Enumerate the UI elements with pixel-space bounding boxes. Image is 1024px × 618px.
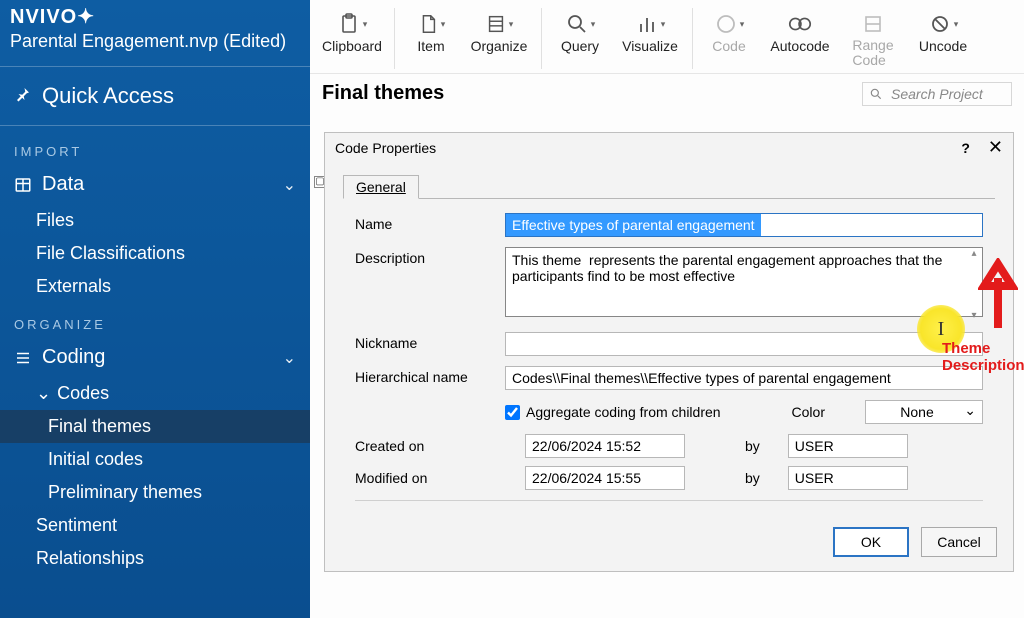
sidebar-sentiment[interactable]: Sentiment <box>0 509 310 542</box>
ribbon-clipboard[interactable]: ▾ Clipboard <box>318 6 386 71</box>
sidebar: NVIVO✦ Parental Engagement.nvp (Edited) … <box>0 0 310 618</box>
query-icon: ▾ <box>565 10 596 38</box>
sidebar-final-themes[interactable]: Final themes <box>0 410 310 443</box>
sidebar-data[interactable]: Data ⌄ <box>0 165 310 204</box>
uncode-icon: ▾ <box>928 10 959 38</box>
range-code-icon <box>861 10 885 38</box>
search-icon <box>869 87 883 101</box>
aggregate-checkbox[interactable]: Aggregate coding from children <box>505 404 721 420</box>
item-icon: ▾ <box>417 10 446 38</box>
label-name: Name <box>355 213 505 232</box>
code-properties-dialog: Code Properties ? ✕ General Name Effecti… <box>324 132 1014 572</box>
ribbon-range-code[interactable]: Range Code <box>843 6 903 71</box>
data-icon <box>14 176 32 194</box>
label-modified: Modified on <box>355 470 505 486</box>
color-select[interactable]: None <box>865 400 983 424</box>
ribbon-query[interactable]: ▾ Query <box>550 6 610 71</box>
nickname-input[interactable] <box>505 332 983 356</box>
brand: NVIVO✦ <box>0 0 310 29</box>
ribbon-item[interactable]: ▾ Item <box>403 6 459 71</box>
section-organize: ORGANIZE <box>0 303 310 338</box>
label-description: Description <box>355 247 505 266</box>
textarea-scrollbar[interactable]: ▴▾ <box>966 248 982 321</box>
list-icon <box>14 349 32 367</box>
visualize-icon: ▾ <box>635 10 666 38</box>
ribbon-organize[interactable]: ▾ Organize <box>465 6 533 71</box>
modified-on <box>525 466 685 490</box>
tabstrip: General <box>343 174 995 199</box>
label-nickname: Nickname <box>355 332 505 351</box>
label-color: Color <box>792 404 825 420</box>
hierarchical-name <box>505 366 983 390</box>
quick-access[interactable]: Quick Access <box>0 71 310 121</box>
main: ▾ Clipboard ▾ Item ▾ Organize ▾ Query ▾ … <box>310 0 1024 618</box>
project-name: Parental Engagement.nvp (Edited) <box>0 29 310 62</box>
sidebar-codes[interactable]: ⌄Codes <box>0 377 310 410</box>
pin-icon <box>14 83 32 109</box>
ribbon: ▾ Clipboard ▾ Item ▾ Organize ▾ Query ▾ … <box>310 0 1024 74</box>
created-on <box>525 434 685 458</box>
sidebar-initial-codes[interactable]: Initial codes <box>0 443 310 476</box>
autocode-icon <box>787 10 813 38</box>
help-button[interactable]: ? <box>961 140 970 156</box>
clipboard-icon: ▾ <box>337 10 368 38</box>
chevron-down-icon: ⌄ <box>283 348 296 368</box>
cancel-button[interactable]: Cancel <box>921 527 997 557</box>
name-input[interactable] <box>505 213 983 237</box>
sidebar-file-classifications[interactable]: File Classifications <box>0 237 310 270</box>
ribbon-code[interactable]: ▾ Code <box>701 6 757 71</box>
sidebar-preliminary-themes[interactable]: Preliminary themes <box>0 476 310 509</box>
ribbon-uncode[interactable]: ▾ Uncode <box>909 6 977 71</box>
label-hierarchical: Hierarchical name <box>355 366 505 385</box>
dialog-title: Code Properties <box>335 140 436 156</box>
sidebar-coding[interactable]: Coding ⌄ <box>0 338 310 377</box>
section-import: IMPORT <box>0 130 310 165</box>
sidebar-files[interactable]: Files <box>0 204 310 237</box>
description-textarea[interactable] <box>505 247 983 317</box>
ribbon-visualize[interactable]: ▾ Visualize <box>616 6 684 71</box>
tab-general[interactable]: General <box>343 175 419 199</box>
ribbon-autocode[interactable]: Autocode <box>763 6 837 71</box>
created-by <box>788 434 908 458</box>
code-icon: ▾ <box>714 10 745 38</box>
sidebar-externals[interactable]: Externals <box>0 270 310 303</box>
label-created-by: by <box>745 438 760 454</box>
close-button[interactable]: ✕ <box>988 137 1003 158</box>
page-title: Final themes <box>322 82 850 105</box>
label-created: Created on <box>355 438 505 454</box>
modified-by <box>788 466 908 490</box>
ok-button[interactable]: OK <box>833 527 909 557</box>
organize-icon: ▾ <box>485 10 514 38</box>
sidebar-relationships[interactable]: Relationships <box>0 542 310 575</box>
search-project[interactable]: Search Project <box>862 82 1012 106</box>
chevron-down-icon: ⌄ <box>283 175 296 195</box>
aggregate-checkbox-input[interactable] <box>505 405 520 420</box>
label-modified-by: by <box>745 470 760 486</box>
